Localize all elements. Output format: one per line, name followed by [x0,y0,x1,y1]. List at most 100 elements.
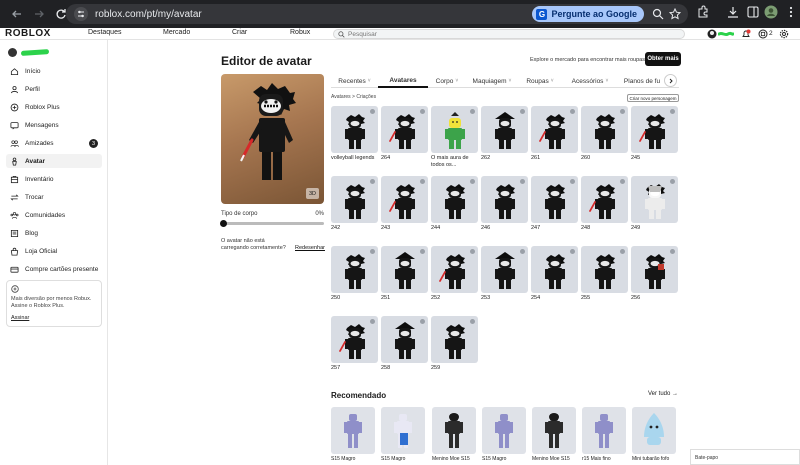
avatar-item-tile[interactable] [381,246,428,293]
avatar-item-tile[interactable] [531,246,578,293]
recommended-item-tile[interactable] [582,407,626,454]
item-settings-icon[interactable] [420,179,425,184]
ask-google-button[interactable]: G Pergunte ao Google [532,6,644,22]
item-settings-icon[interactable] [470,179,475,184]
item-settings-icon[interactable] [420,319,425,324]
avatar-item-tile[interactable] [331,176,378,223]
roblox-logo[interactable]: ROBLOX [5,28,51,39]
get-more-button[interactable]: Obter mais [645,52,681,66]
avatar-item-tile[interactable] [481,176,528,223]
item-settings-icon[interactable] [420,109,425,114]
item-settings-icon[interactable] [670,249,675,254]
breadcrumb[interactable]: Avatares > Criações [331,94,376,100]
item-settings-icon[interactable] [520,249,525,254]
body-type-slider[interactable] [220,220,324,227]
tab-6[interactable]: Planos de fu [618,74,666,88]
avatar-item-tile[interactable] [431,176,478,223]
item-settings-icon[interactable] [470,109,475,114]
tab-0[interactable]: Recentes ˅ [331,74,378,88]
sidebar-panel-icon[interactable] [746,5,760,19]
back-button[interactable] [8,5,26,23]
recommended-item-tile[interactable] [482,407,526,454]
more-menu-icon[interactable] [784,5,798,19]
item-settings-icon[interactable] [570,179,575,184]
sidebar-item-inventory[interactable]: Inventário [6,172,102,186]
item-settings-icon[interactable] [570,109,575,114]
avatar-item-tile[interactable] [431,246,478,293]
sidebar-item-friends[interactable]: Amizades 3 [6,136,102,150]
recommended-item-tile[interactable] [432,407,476,454]
avatar-item-tile[interactable] [431,316,478,363]
tabs-next-button[interactable] [664,74,677,87]
avatar-item-tile[interactable] [631,176,678,223]
notifications-button[interactable] [741,29,751,39]
avatar-item-tile[interactable] [331,106,378,153]
item-settings-icon[interactable] [520,109,525,114]
toggle-3d-button[interactable]: 3D [306,188,319,199]
sidebar-item-giftcard[interactable]: Compre cartões presente [6,262,102,276]
nav-destaques[interactable]: Destaques [88,29,121,36]
nav-robux[interactable]: Robux [290,29,310,36]
nav-mercado[interactable]: Mercado [163,29,190,36]
sidebar-item-plus[interactable]: Roblox Plus [6,100,102,114]
address-bar[interactable]: roblox.com/pt/my/avatar G Pergunte ao Go… [66,4,688,24]
item-settings-icon[interactable] [670,179,675,184]
chat-bar[interactable]: Bate-papo [690,449,800,465]
recommended-item-tile[interactable] [632,407,676,454]
site-settings-icon[interactable] [74,7,88,21]
slider-handle[interactable] [220,220,227,227]
avatar-item-tile[interactable] [481,246,528,293]
avatar-preview[interactable]: 3D [221,74,324,204]
item-settings-icon[interactable] [620,179,625,184]
item-settings-icon[interactable] [620,249,625,254]
avatar-item-tile[interactable] [631,246,678,293]
recommended-item-tile[interactable] [331,407,375,454]
item-settings-icon[interactable] [420,249,425,254]
subscribe-link[interactable]: Assinar [11,315,29,322]
see-all-link[interactable]: Ver tudo → [648,391,678,397]
sidebar-item-profile[interactable]: Perfil [6,82,102,96]
header-avatar[interactable] [707,29,717,39]
avatar-item-tile[interactable] [581,246,628,293]
avatar-item-tile[interactable] [581,176,628,223]
forward-button[interactable] [30,5,48,23]
sidebar-item-trade[interactable]: Trocar [6,190,102,204]
avatar-item-tile[interactable] [531,176,578,223]
item-settings-icon[interactable] [370,109,375,114]
avatar-item-tile[interactable] [481,106,528,153]
nav-criar[interactable]: Criar [232,29,247,36]
redraw-link[interactable]: Redesenhar [295,245,325,251]
tab-2[interactable]: Corpo ˅ [428,74,466,88]
robux-button[interactable] [758,29,768,39]
item-settings-icon[interactable] [370,319,375,324]
sidebar-item-message[interactable]: Mensagens [6,118,102,132]
tab-1[interactable]: Avatares [378,74,428,88]
avatar-item-tile[interactable] [381,106,428,153]
avatar-item-tile[interactable] [531,106,578,153]
bookmark-star-icon[interactable] [669,8,681,20]
item-settings-icon[interactable] [670,109,675,114]
sidebar-item-groups[interactable]: Comunidades [6,208,102,222]
sidebar-item-home[interactable]: Início [6,64,102,78]
avatar-item-tile[interactable] [381,176,428,223]
avatar-item-tile[interactable] [581,106,628,153]
avatar-item-tile[interactable] [331,246,378,293]
tab-3[interactable]: Maquiagem ˅ [466,74,518,88]
profile-avatar-icon[interactable] [764,5,778,19]
item-settings-icon[interactable] [570,249,575,254]
recommended-item-tile[interactable] [532,407,576,454]
item-settings-icon[interactable] [470,249,475,254]
item-settings-icon[interactable] [370,179,375,184]
extensions-icon[interactable] [696,5,710,19]
sidebar-item-store[interactable]: Loja Oficial [6,244,102,258]
download-icon[interactable] [726,5,740,19]
tab-4[interactable]: Roupas ˅ [518,74,562,88]
item-settings-icon[interactable] [620,109,625,114]
tab-5[interactable]: Acessórios ˅ [562,74,618,88]
zoom-icon[interactable] [652,8,664,20]
sidebar-user[interactable] [8,48,50,57]
item-settings-icon[interactable] [520,179,525,184]
avatar-item-tile[interactable] [381,316,428,363]
recommended-item-tile[interactable] [381,407,425,454]
search-input[interactable] [348,30,648,38]
